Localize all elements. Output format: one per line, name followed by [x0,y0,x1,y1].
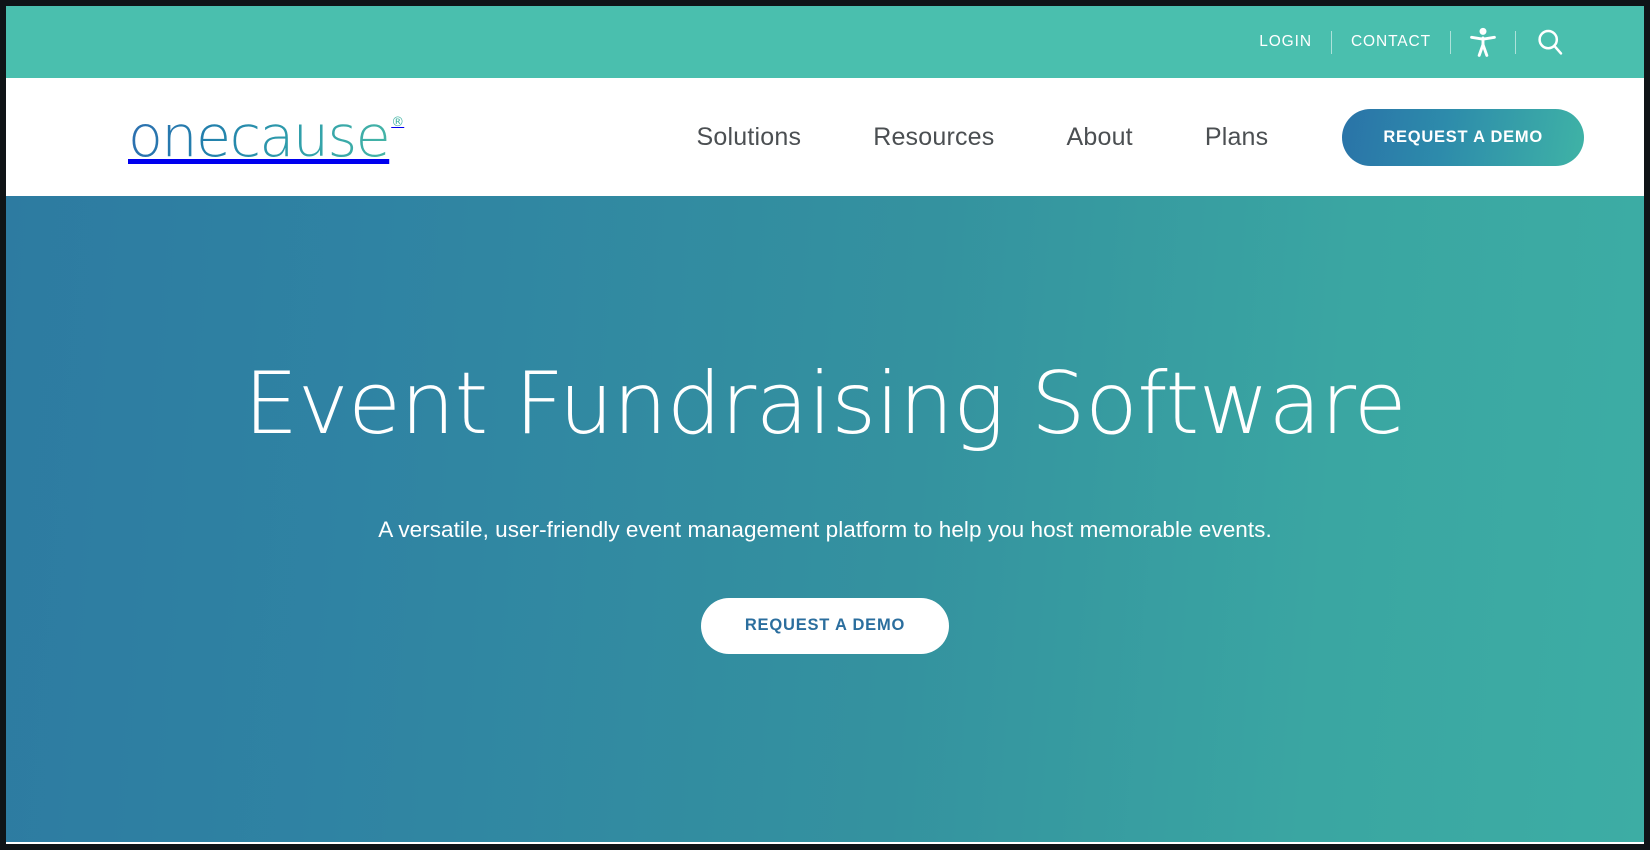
login-link[interactable]: LOGIN [1240,34,1331,50]
utility-bar-items: LOGIN CONTACT [1240,6,1584,78]
logo-registered-mark: ® [391,114,405,130]
header-request-demo-button[interactable]: REQUEST A DEMO [1342,108,1584,166]
nav-item-solutions[interactable]: Solutions [661,122,838,152]
nav-item-plans[interactable]: Plans [1169,122,1305,152]
main-navigation: Solutions Resources About Plans REQUEST … [661,108,1584,166]
hero-request-demo-button[interactable]: REQUEST A DEMO [700,597,950,654]
utility-bar: LOGIN CONTACT [6,6,1644,78]
contact-link[interactable]: CONTACT [1332,34,1450,50]
browser-page: LOGIN CONTACT onecause ® Solutions Resou… [0,0,1650,850]
nav-item-about[interactable]: About [1030,122,1168,152]
hero-section: Event Fundraising Software A versatile, … [6,196,1644,842]
main-header: onecause ® Solutions Resources About Pla… [6,78,1644,196]
accessibility-person-icon [1470,27,1496,57]
onecause-logo[interactable]: onecause ® [128,103,405,170]
hero-title: Event Fundraising Software [243,354,1407,454]
logo-wordmark: onecause [128,103,391,170]
search-magnifier-icon [1535,27,1565,57]
search-button[interactable] [1516,27,1584,57]
hero-subtitle: A versatile, user-friendly event managem… [378,516,1272,542]
accessibility-button[interactable] [1451,27,1515,57]
nav-item-resources[interactable]: Resources [837,122,1030,152]
